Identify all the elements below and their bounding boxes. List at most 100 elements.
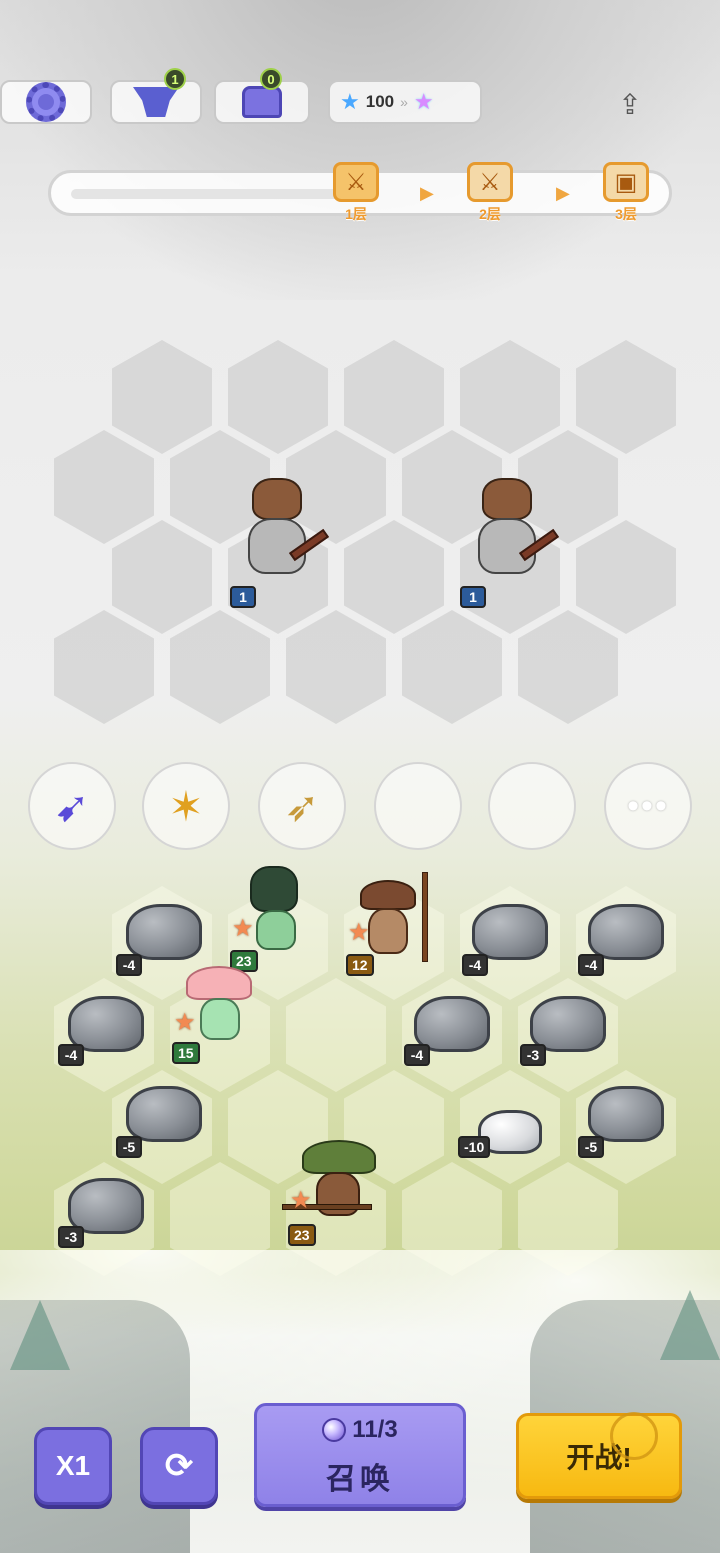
enemy-level-tag: 1 — [230, 586, 256, 608]
enemy-head — [252, 478, 302, 520]
enemy-hex-cell — [576, 340, 676, 454]
summon-label: 召唤 — [326, 1463, 394, 1496]
forge-count-badge: 1 — [164, 68, 186, 90]
enemy-hex-cell — [344, 520, 444, 634]
rock-value-tag: -3 — [520, 1044, 546, 1066]
ally-body — [200, 998, 240, 1040]
star-currency-panel[interactable]: ★ 100 » ★ — [328, 80, 482, 124]
share-button[interactable]: ⇪ — [608, 84, 652, 124]
treasure-chest-icon: ▣ — [603, 162, 649, 202]
enemy-level-tag: 1 — [460, 586, 486, 608]
ally-body — [256, 910, 296, 950]
chest-count-badge: 0 — [260, 68, 282, 90]
ally-body — [368, 908, 408, 954]
rock-value-tag: -5 — [578, 1136, 604, 1158]
floor-node-3[interactable]: ▣ 3层 — [598, 162, 654, 232]
enemy-hex-cell — [54, 430, 154, 544]
enemy-hex-cell — [112, 340, 212, 454]
equipment-slot-1[interactable]: ➹ — [28, 762, 116, 850]
ally-mushroom-spearman[interactable]: ★ 12 — [346, 872, 436, 982]
enemy-hex-cell — [112, 520, 212, 634]
speed-button[interactable]: X1 — [34, 1427, 112, 1505]
star-icon: ★ — [290, 1187, 312, 1214]
forge-button[interactable]: 1 — [110, 68, 202, 124]
summon-cost-value: 11/3 — [352, 1416, 398, 1443]
rock-value-tag: -4 — [58, 1044, 84, 1066]
ally-green-mushroom-crossbowman[interactable]: ★ 23 — [282, 1136, 376, 1246]
chevron-right-icon: » — [400, 94, 408, 110]
enemy-hex-cell — [344, 340, 444, 454]
pine-tree-icon — [660, 1290, 720, 1360]
star-icon: ★ — [348, 919, 370, 946]
rock-icon — [472, 904, 548, 960]
refresh-button[interactable]: ⟳ — [140, 1427, 218, 1505]
refresh-icon: ⟳ — [164, 1447, 194, 1485]
floor-node-1[interactable]: ⚔ 1层 — [328, 162, 384, 232]
ally-level-tag: 12 — [346, 954, 374, 976]
floor-node-2[interactable]: ⚔ 2层 — [462, 162, 518, 232]
rock-value-tag: -4 — [578, 954, 604, 976]
arrow-right-icon: ▶ — [556, 183, 570, 203]
rock-value-tag: -4 — [462, 954, 488, 976]
summon-cost: 11/3 — [257, 1416, 463, 1444]
enemy-head — [482, 478, 532, 520]
enemy-hex-cell — [54, 610, 154, 724]
ally-head — [250, 866, 298, 912]
tap-hint-ring-icon — [610, 1412, 658, 1460]
pine-tree-icon — [10, 1300, 70, 1370]
equipment-slot-2[interactable]: ✶ — [142, 762, 230, 850]
mushroom-cap-icon — [302, 1140, 376, 1174]
equipment-slot-4[interactable] — [374, 762, 462, 850]
golden-crossbow-icon: ✶ — [168, 782, 204, 830]
enemy-hex-cell — [170, 610, 270, 724]
chest-button[interactable]: 0 — [214, 68, 310, 124]
rock-value-tag: -3 — [58, 1226, 84, 1248]
ally-green-hair-girl[interactable]: ★ 23 — [230, 866, 326, 976]
share-icon: ⇪ — [618, 88, 642, 120]
enemy-hex-cell — [460, 340, 560, 454]
rock-value-tag: -5 — [116, 1136, 142, 1158]
equipment-slot-3[interactable]: ➶ — [258, 762, 346, 850]
enemy-hex-cell — [228, 340, 328, 454]
violet-bow-icon: ➹ — [54, 782, 90, 830]
enemy-hex-cell — [518, 610, 618, 724]
star-currency-value: 100 — [365, 92, 395, 111]
ally-pink-mushroom-girl[interactable]: ★ 15 — [172, 962, 266, 1072]
gear-icon — [26, 82, 66, 122]
rock-icon — [126, 1086, 202, 1142]
ally-hex-cell[interactable] — [286, 978, 386, 1092]
rock-value-tag: -4 — [116, 954, 142, 976]
more-icon: ••• — [627, 786, 669, 825]
rock-icon — [126, 904, 202, 960]
mushroom-cap-icon — [360, 880, 416, 910]
summon-button[interactable]: 11/3 召唤 — [254, 1403, 466, 1507]
settings-button[interactable] — [0, 80, 92, 124]
equipment-slot-5[interactable] — [488, 762, 576, 850]
floor-label: 3层 — [615, 206, 637, 222]
floor-progress-fill — [71, 189, 371, 199]
treasure-chest-icon — [242, 86, 282, 118]
anvil-icon — [133, 87, 179, 117]
floor-label: 1层 — [345, 206, 367, 222]
enemy-bearded-swordsman[interactable]: 1 — [460, 478, 560, 608]
start-battle-button[interactable]: 开战! — [516, 1413, 682, 1499]
floor-label: 2层 — [479, 206, 501, 222]
more-button[interactable]: ••• — [604, 762, 692, 850]
background-top — [0, 0, 720, 300]
ally-level-tag: 15 — [172, 1042, 200, 1064]
rock-icon — [588, 1086, 664, 1142]
rock-value-tag: -4 — [404, 1044, 430, 1066]
blue-star-icon: ★ — [340, 89, 360, 114]
mushroom-cap-icon — [186, 966, 252, 1000]
rock-value-tag: -10 — [458, 1136, 491, 1158]
rainbow-star-icon: ★ — [413, 89, 434, 114]
crossed-swords-icon: ⚔ — [333, 162, 379, 202]
crossed-swords-icon: ⚔ — [467, 162, 513, 202]
rock-icon — [588, 904, 664, 960]
arrow-right-icon: ▶ — [420, 183, 434, 203]
longbow-icon: ➶ — [284, 782, 320, 830]
enemy-hex-cell — [286, 610, 386, 724]
enemy-bearded-swordsman[interactable]: 1 — [230, 478, 330, 608]
spear-icon — [422, 872, 428, 962]
star-icon: ★ — [232, 915, 254, 942]
